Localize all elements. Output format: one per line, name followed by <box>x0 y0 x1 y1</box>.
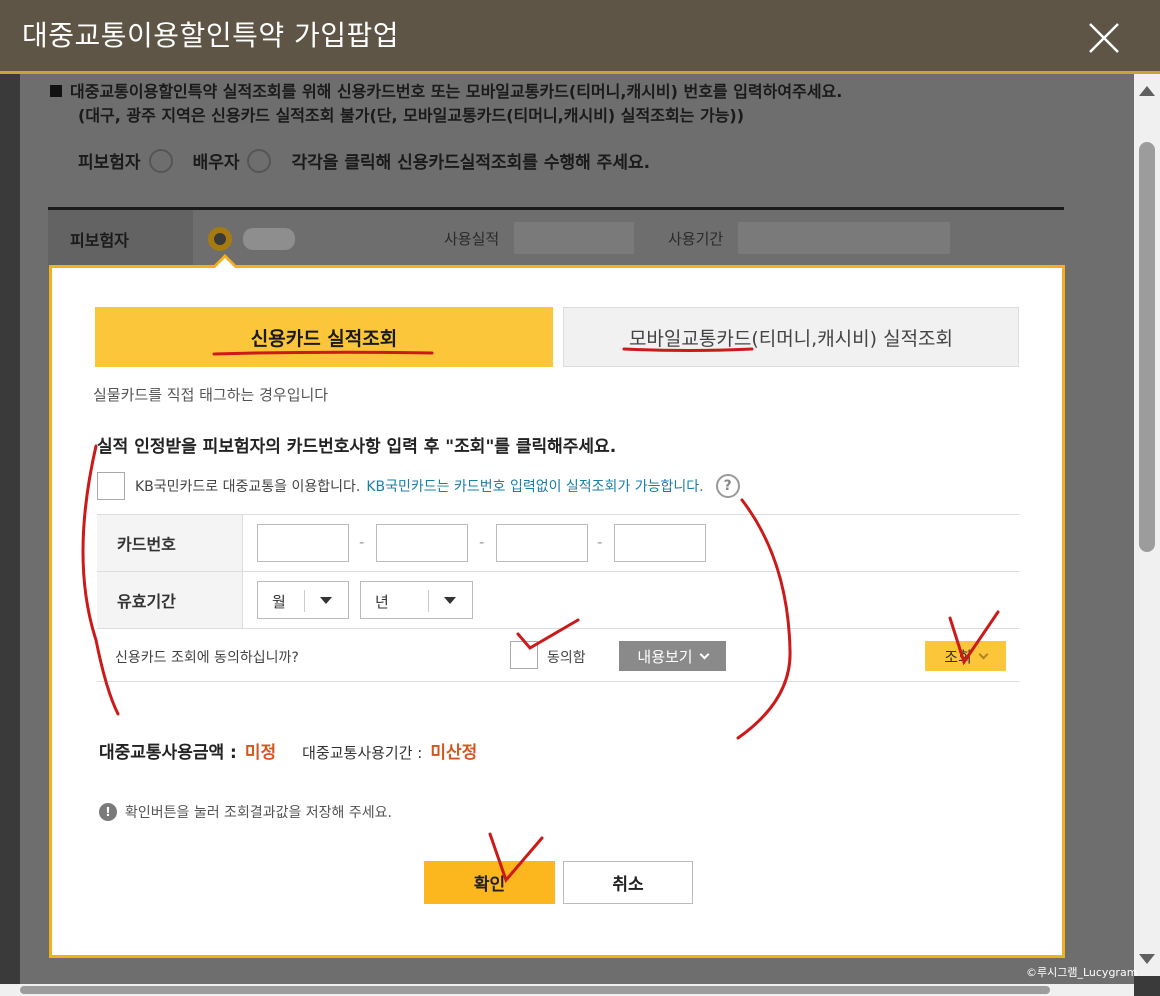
confirm-button[interactable]: 확인 <box>424 861 555 904</box>
cancel-button[interactable]: 취소 <box>563 861 693 904</box>
kb-card-info-link[interactable]: KB국민카드는 카드번호 입력없이 실적조회가 가능합니다. <box>366 476 703 496</box>
save-note-text: 확인버튼을 눌러 조회결과값을 저장해 주세요. <box>125 805 392 821</box>
transit-amount-label: 대중교통사용금액 : <box>99 743 237 763</box>
card-number-input-1[interactable] <box>257 524 349 562</box>
card-number-input-2[interactable] <box>376 524 468 562</box>
kb-card-row: KB국민카드로 대중교통을 이용합니다. KB국민카드는 카드번호 입력없이 실… <box>97 472 740 500</box>
agree-label: 동의함 <box>547 650 586 666</box>
card-number-label: 카드번호 <box>97 515 243 571</box>
background-notice: 대중교통이용할인특약 실적조회를 위해 신용카드번호 또는 모바일교통카드(티머… <box>50 80 842 128</box>
usage-value-box <box>514 222 634 254</box>
dash-separator: - <box>479 533 485 551</box>
tab-description: 실물카드를 직접 태그하는 경우입니다 <box>93 386 329 404</box>
horizontal-scrollbar[interactable] <box>0 984 1134 996</box>
watermark: ©루시그램_Lucygram <box>1026 966 1138 979</box>
scroll-up-icon[interactable] <box>1139 86 1155 96</box>
save-note: ! 확인버튼을 눌러 조회결과값을 저장해 주세요. <box>99 802 392 822</box>
agree-checkbox[interactable] <box>510 641 538 669</box>
kb-card-label: KB국민카드로 대중교통을 이용합니다. <box>135 479 361 495</box>
radio-insured-label: 피보험자 <box>78 153 141 173</box>
expiry-row: 유효기간 월 년 <box>97 571 1019 628</box>
card-number-input-3[interactable] <box>496 524 588 562</box>
transit-period-value: 미산정 <box>430 743 478 763</box>
insured-selected-radio[interactable] <box>208 227 232 251</box>
expiry-month-select[interactable]: 월 <box>257 581 349 619</box>
help-icon[interactable]: ? <box>715 474 740 498</box>
month-select-value: 월 <box>272 593 286 611</box>
notice-line-1: 대중교통이용할인특약 실적조회를 위해 신용카드번호 또는 모바일교통카드(티머… <box>70 82 843 101</box>
chevron-down-icon <box>444 597 456 604</box>
background-radio-group: 피보험자 배우자 각각을 클릭해 신용카드실적조회를 수행해 주세요. <box>78 148 650 173</box>
radio-hint: 각각을 클릭해 신용카드실적조회를 수행해 주세요. <box>291 153 651 173</box>
expiry-label: 유효기간 <box>97 572 243 628</box>
horizontal-scroll-thumb[interactable] <box>20 986 1050 994</box>
tab-credit-card[interactable]: 신용카드 실적조회 <box>95 307 553 367</box>
year-select-value: 년 <box>375 593 389 611</box>
instruction-text: 실적 인정받을 피보험자의 카드번호사항 입력 후 "조회"를 클릭해주세요. <box>97 437 617 457</box>
credit-card-query-popup: 신용카드 실적조회 모바일교통카드(티머니,캐시비) 실적조회 실물카드를 직접… <box>49 254 1065 958</box>
view-terms-button[interactable]: 내용보기 <box>619 641 726 671</box>
agreement-question: 신용카드 조회에 동의하십니까? <box>115 650 299 666</box>
query-button-label: 조회 <box>944 647 972 666</box>
period-label: 사용기간 <box>668 230 724 248</box>
transit-amount-value: 미정 <box>244 743 277 763</box>
chevron-down-icon <box>978 649 989 659</box>
agree-checkbox-wrap <box>510 641 538 673</box>
card-number-input-4[interactable] <box>614 524 706 562</box>
card-form-table: 카드번호 - - - 유효기간 월 년 신용카드 조회에 동의하십니까? 동의함… <box>97 514 1019 682</box>
close-icon[interactable] <box>1086 20 1122 56</box>
kb-card-checkbox[interactable] <box>97 472 125 500</box>
blurred-name <box>243 228 295 250</box>
view-terms-label: 내용보기 <box>637 647 693 666</box>
notice-line-2: (대구, 광주 지역은 신용카드 실적조회 불가(단, 모바일교통카드(티머니,… <box>78 106 745 125</box>
vertical-scroll-thumb[interactable] <box>1139 142 1155 552</box>
radio-insured[interactable] <box>148 148 173 173</box>
transit-result-summary: 대중교통사용금액 : 미정 대중교통사용기간 : 미산정 <box>99 738 477 763</box>
agreement-row: 신용카드 조회에 동의하십니까? 동의함 내용보기 조회 <box>97 628 1019 682</box>
query-button[interactable]: 조회 <box>925 641 1006 671</box>
period-value-box <box>738 222 950 254</box>
scroll-down-icon[interactable] <box>1139 954 1155 964</box>
tab-mobile-transit-card[interactable]: 모바일교통카드(티머니,캐시비) 실적조회 <box>563 307 1019 367</box>
expiry-year-select[interactable]: 년 <box>360 581 473 619</box>
bullet-square-icon <box>50 85 62 97</box>
radio-spouse-label: 배우자 <box>192 153 240 173</box>
card-number-row: 카드번호 - - - <box>97 514 1019 571</box>
insured-row-header: 피보험자 <box>48 210 193 266</box>
info-exclamation-icon: ! <box>99 803 117 821</box>
title-bar: 대중교통이용할인특약 가입팝업 <box>0 0 1160 74</box>
vertical-scrollbar[interactable] <box>1134 74 1160 976</box>
usage-label: 사용실적 <box>444 230 500 248</box>
dash-separator: - <box>359 533 365 551</box>
chevron-down-icon <box>320 597 332 604</box>
dash-separator: - <box>597 533 603 551</box>
radio-spouse[interactable] <box>247 148 272 173</box>
background-insured-row: 피보험자 사용실적 사용기간 <box>48 210 1064 266</box>
transit-period-label: 대중교통사용기간 : <box>302 744 423 762</box>
window-title: 대중교통이용할인특약 가입팝업 <box>22 19 400 52</box>
chevron-down-icon <box>699 649 710 659</box>
